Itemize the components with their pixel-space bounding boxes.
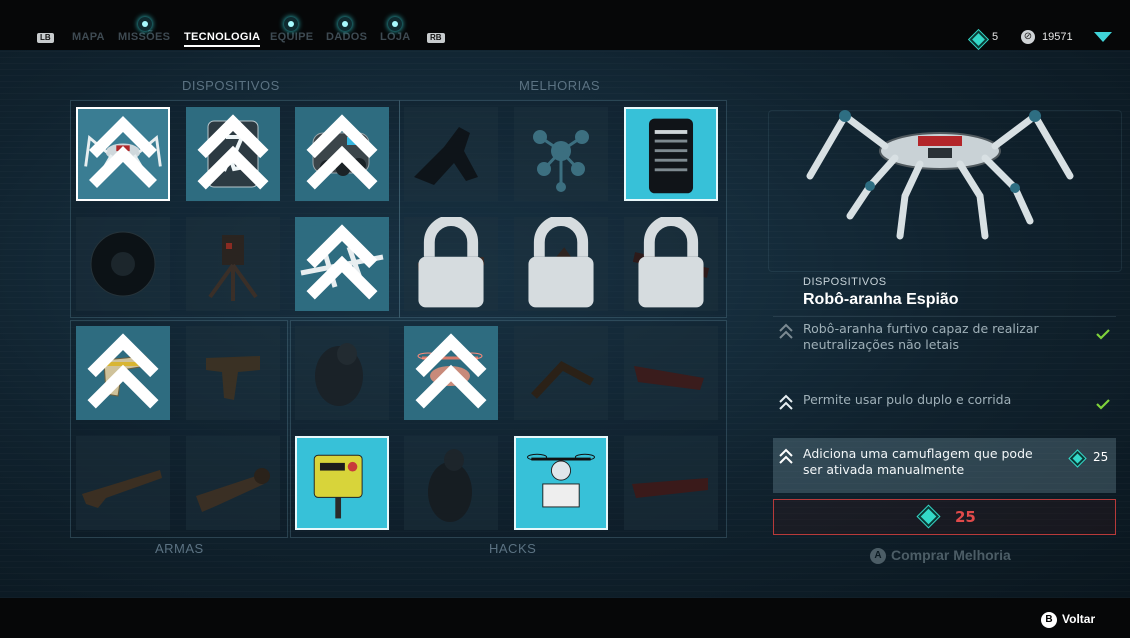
section-label-melhorias: MELHORIAS — [519, 78, 601, 93]
tile-hack-drone[interactable] — [404, 326, 498, 420]
upgrade-chevron-icon — [197, 114, 269, 190]
tab-dados[interactable]: DADOS — [326, 31, 367, 43]
tile-drone-glider[interactable] — [295, 217, 389, 311]
upgrade-cost: 25 — [1093, 450, 1109, 464]
tile-pistol[interactable] — [76, 326, 170, 420]
tile-upgrade-phone[interactable] — [624, 107, 718, 201]
tile-upgrade-network[interactable] — [514, 107, 608, 201]
lb-button-icon[interactable]: LB — [37, 33, 54, 43]
hack-device-icon — [313, 454, 363, 519]
section-label-armas: ARMAS — [155, 541, 204, 556]
tile-turret[interactable] — [186, 217, 280, 311]
tile-cargo-drone[interactable] — [514, 436, 608, 530]
tile-hack-weapon[interactable] — [624, 326, 718, 420]
buy-upgrade-button[interactable]: A Comprar Melhoria — [870, 547, 1011, 565]
a-button-icon: A — [870, 548, 886, 565]
upgrade-tier-icon — [779, 448, 793, 464]
tile-hack-takedown[interactable] — [295, 326, 389, 420]
tile-locked-1[interactable] — [404, 217, 498, 311]
tile-hack-agent[interactable] — [404, 436, 498, 530]
eto-count: 19571 — [1042, 31, 1073, 43]
buy-upgrade-label: Comprar Melhoria — [891, 547, 1011, 563]
tile-hack-rifle[interactable] — [624, 436, 718, 530]
hack-agent-icon — [428, 449, 472, 522]
turret-icon — [208, 235, 258, 301]
upgrade-text: Adiciona uma camuflagem que pode ser ati… — [803, 446, 1033, 477]
disc-gadget-icon — [90, 231, 156, 297]
upgrade-chevron-icon — [306, 224, 378, 300]
hack-rifle-icon — [632, 478, 708, 498]
tab-mapa[interactable]: MAPA — [72, 31, 105, 43]
lock-icon — [528, 217, 594, 308]
upgrade-text: Robô-aranha furtivo capaz de realizar ne… — [803, 321, 1039, 352]
tile-locked-3[interactable] — [624, 217, 718, 311]
upgrade-chevron-icon — [306, 114, 378, 190]
owned-check-icon — [1096, 399, 1110, 410]
hack-turret-icon — [531, 361, 594, 399]
upgrade-text: Permite usar pulo duplo e corrida — [803, 392, 1012, 407]
tile-launcher[interactable] — [186, 436, 280, 530]
owned-check-icon — [1096, 329, 1110, 340]
lock-icon — [418, 217, 484, 308]
upgrade-chevron-icon — [89, 116, 157, 188]
notification-dot-icon — [138, 17, 152, 31]
hack-weapon-icon — [634, 366, 704, 390]
tile-knuckles[interactable] — [295, 107, 389, 201]
back-label: Voltar — [1062, 612, 1096, 627]
smg-icon — [206, 356, 260, 400]
divider — [773, 316, 1116, 317]
section-label-dispositivos: DISPOSITIVOS — [182, 78, 280, 93]
tile-spider-bot[interactable] — [76, 107, 170, 201]
tile-hack-device[interactable] — [295, 436, 389, 530]
cargo-drone-icon — [527, 453, 595, 508]
upgrade-tier-icon — [779, 323, 793, 339]
total-cost: 25 — [955, 508, 976, 526]
upgrade-tier-icon — [779, 394, 793, 410]
menu-triangle-icon[interactable] — [1094, 32, 1112, 42]
takedown-icon — [315, 343, 363, 406]
network-nodes-icon — [533, 130, 589, 192]
tab-tecnologia[interactable]: TECNOLOGIA — [184, 31, 261, 47]
launcher-icon — [196, 468, 270, 512]
tab-equipe[interactable]: EQUIPE — [270, 31, 313, 43]
purchase-cost-box[interactable]: 25 — [773, 499, 1116, 535]
tech-points-count: 5 — [992, 31, 999, 43]
upgrade-row-1[interactable]: Robô-aranha furtivo capaz de realizar ne… — [773, 313, 1116, 375]
b-button-icon: B — [1041, 612, 1057, 628]
agent-silhouette-icon — [414, 127, 478, 185]
tab-loja[interactable]: LOJA — [380, 31, 411, 43]
notification-dot-icon — [284, 17, 298, 31]
notification-dot-icon — [338, 17, 352, 31]
tile-locked-2[interactable] — [514, 217, 608, 311]
spider-bot-preview-image — [806, 110, 1074, 240]
tile-disc-gadget[interactable] — [76, 217, 170, 311]
tile-hack-turret[interactable] — [514, 326, 608, 420]
tile-camouflage[interactable] — [186, 107, 280, 201]
tile-shotgun[interactable] — [76, 436, 170, 530]
upgrade-chevron-icon — [87, 333, 159, 409]
tech-point-icon — [1069, 450, 1086, 467]
lock-icon — [638, 217, 704, 308]
upgrade-row-2[interactable]: Permite usar pulo duplo e corrida — [773, 384, 1116, 434]
phone-menu-icon — [648, 118, 694, 194]
tile-upgrade-agent[interactable] — [404, 107, 498, 201]
upgrade-chevron-icon — [415, 333, 487, 409]
detail-name: Robô-aranha Espião — [803, 291, 959, 308]
detail-category: DISPOSITIVOS — [803, 276, 887, 288]
bottom-bar — [0, 598, 1130, 638]
tech-point-icon — [917, 505, 940, 528]
shotgun-icon — [82, 470, 162, 508]
section-label-hacks: HACKS — [489, 541, 537, 556]
rb-button-icon[interactable]: RB — [427, 33, 445, 43]
eto-coin-icon: ⊘ — [1021, 30, 1035, 44]
tile-smg[interactable] — [186, 326, 280, 420]
tab-missoes[interactable]: MISSÕES — [118, 31, 170, 43]
upgrade-row-3-selected[interactable]: Adiciona uma camuflagem que pode ser ati… — [773, 438, 1116, 493]
notification-dot-icon — [388, 17, 402, 31]
back-button[interactable]: B Voltar — [1041, 612, 1095, 628]
